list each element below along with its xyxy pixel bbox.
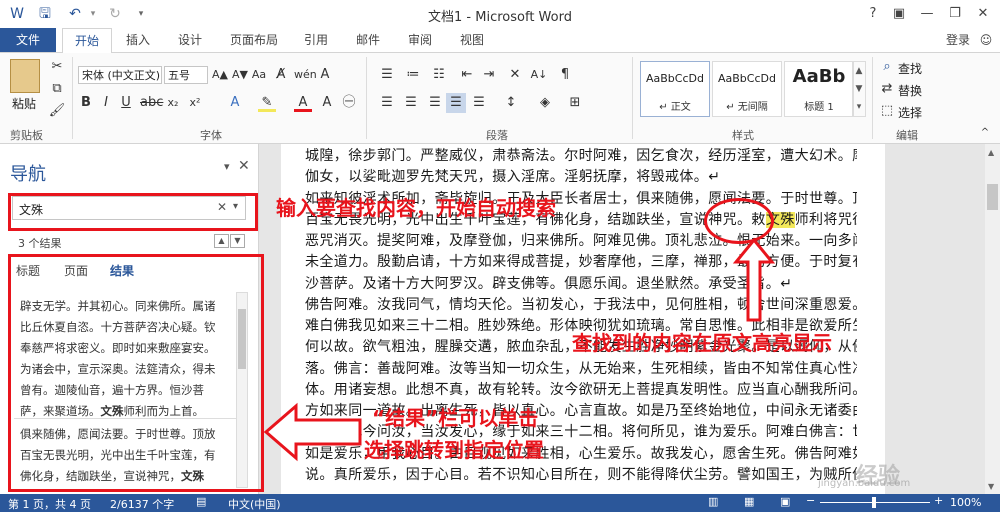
up-arrow-icon [732, 237, 776, 322]
annotation-arrows [263, 237, 776, 462]
watermark-url: jingyan.baidu.com [818, 478, 911, 489]
left-arrow-icon [263, 402, 362, 462]
